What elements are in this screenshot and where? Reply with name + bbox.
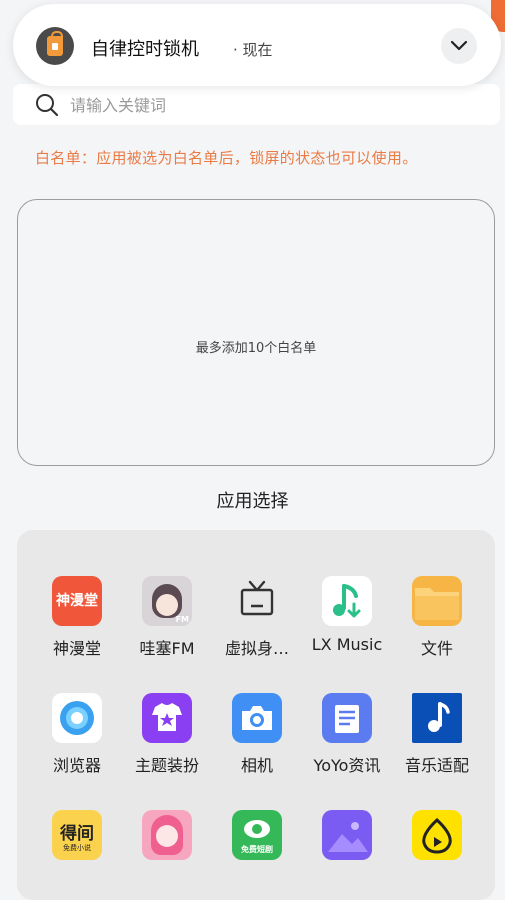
notification-app-name: 自律控时锁机 (91, 39, 199, 60)
free-drama-icon: 免费短剧 (232, 810, 282, 860)
app-grid: 神漫堂 神漫堂 FM 哇塞FM 虚拟身… LX Music 文件 浏览器 主题装… (17, 530, 495, 900)
app-label: 神漫堂 (52, 639, 101, 658)
app-label: YoYo资讯 (313, 756, 381, 775)
app-item-shenmantang[interactable]: 神漫堂 神漫堂 (32, 576, 122, 659)
app-label: 文件 (420, 639, 453, 658)
chevron-down-icon[interactable] (441, 28, 477, 64)
app-label: 哇塞FM (139, 639, 195, 658)
app-label: LX Music (311, 635, 383, 654)
app-item-music-adapt[interactable]: 音乐适配 (392, 693, 482, 776)
wasai-fm-icon: FM (142, 576, 192, 626)
search-bar[interactable] (13, 84, 500, 125)
app-label: 音乐适配 (404, 756, 469, 775)
app-item-gallery[interactable] (302, 810, 392, 869)
anime-girl-icon (142, 810, 192, 860)
notification-banner[interactable]: 自律控时锁机 · 现在 (13, 4, 501, 86)
lock-bag-icon (36, 27, 74, 65)
app-item-browser[interactable]: 浏览器 (32, 693, 122, 776)
camera-icon (232, 693, 282, 743)
music-download-icon (322, 576, 372, 626)
theme-shirt-icon (142, 693, 192, 743)
app-item-anime[interactable] (122, 810, 212, 869)
whitelist-area[interactable]: 最多添加10个白名单 (17, 199, 495, 466)
section-title: 应用选择 (216, 491, 289, 512)
browser-icon (52, 693, 102, 743)
tv-icon (232, 576, 282, 626)
whitelist-hint: 白名单：应用被选为白名单后，锁屏的状态也可以使用。 (35, 149, 418, 167)
folder-icon (412, 576, 462, 626)
app-item-video[interactable] (392, 810, 482, 869)
app-item-dewen-novel[interactable]: 得间 免费小说 (32, 810, 122, 869)
search-input[interactable] (68, 92, 472, 118)
notification-time: · 现在 (233, 41, 273, 59)
app-item-yoyo-news[interactable]: YoYo资讯 (302, 693, 392, 776)
app-label: 浏览器 (52, 756, 101, 775)
app-item-virtual-identity[interactable]: 虚拟身… (212, 576, 302, 659)
app-label: 主题装扮 (134, 756, 199, 775)
video-play-icon (412, 810, 462, 860)
app-item-camera[interactable]: 相机 (212, 693, 302, 776)
search-icon (35, 93, 59, 121)
app-item-free-drama[interactable]: 免费短剧 (212, 810, 302, 869)
dewen-novel-icon: 得间 免费小说 (52, 810, 102, 860)
whitelist-empty-text: 最多添加10个白名单 (195, 341, 317, 356)
app-item-lx-music[interactable]: LX Music (302, 576, 392, 654)
shenmantang-icon: 神漫堂 (52, 576, 102, 626)
gallery-icon (322, 810, 372, 860)
app-item-theme[interactable]: 主题装扮 (122, 693, 212, 776)
app-item-wasai-fm[interactable]: FM 哇塞FM (122, 576, 212, 659)
music-note-icon (412, 693, 462, 743)
news-icon (322, 693, 372, 743)
app-label: 相机 (240, 756, 273, 775)
app-label: 虚拟身… (224, 639, 289, 658)
app-item-files[interactable]: 文件 (392, 576, 482, 659)
